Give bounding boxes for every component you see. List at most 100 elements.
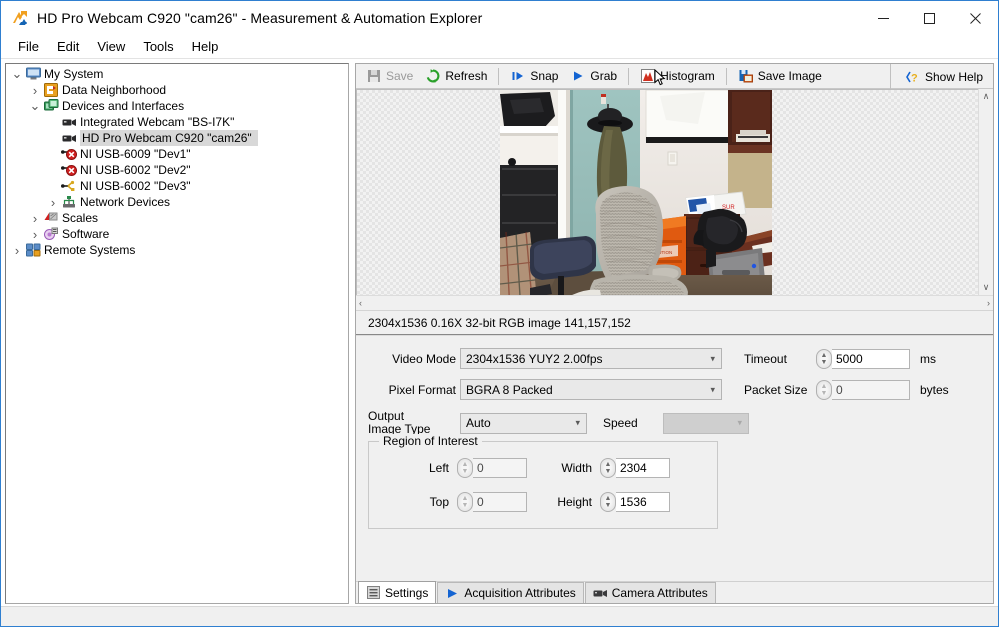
snap-button-label: Snap bbox=[530, 69, 559, 83]
tab-settings-label: Settings bbox=[385, 585, 429, 600]
tab-acquisition-label: Acquisition Attributes bbox=[464, 586, 576, 600]
scroll-down-arrow[interactable]: ∨ bbox=[983, 282, 990, 293]
roi-width-input[interactable]: 2304 bbox=[616, 458, 670, 478]
roi-height-spinner[interactable]: ▲ ▼ bbox=[600, 492, 616, 512]
vertical-scrollbar[interactable]: ∧ ∨ bbox=[978, 89, 993, 295]
tree-item-ni-usb-6002-dev3[interactable]: NI USB-6002 "Dev3" bbox=[6, 178, 348, 194]
tree-item-software[interactable]: › Software bbox=[6, 226, 348, 242]
timeout-input[interactable]: 5000 bbox=[832, 348, 910, 369]
tree-item-label: Scales bbox=[62, 211, 99, 225]
roi-height-label: Height bbox=[557, 495, 592, 509]
packet-size-input[interactable]: 0 bbox=[832, 379, 910, 400]
output-image-type-select[interactable]: Auto ▾ bbox=[460, 412, 587, 434]
settings-panel: Video Mode 2304x1536 YUY2 2.00fps ▾ Time… bbox=[356, 334, 993, 581]
speed-label: Speed bbox=[603, 416, 638, 430]
packet-size-label: Packet Size bbox=[744, 382, 808, 397]
usb-icon bbox=[60, 179, 78, 193]
packet-size-field[interactable]: ▲ ▼ 0 bbox=[816, 379, 910, 400]
camera-toolbar: Save Refresh Snap Grab Histogram Save Im… bbox=[356, 64, 993, 89]
histogram-button[interactable]: Histogram bbox=[634, 66, 721, 87]
chevron-right-icon[interactable]: › bbox=[28, 227, 42, 242]
image-status-bar: 2304x1536 0.16X 32-bit RGB image 141,157… bbox=[356, 310, 993, 334]
tree-item-label: NI USB-6009 "Dev1" bbox=[80, 147, 191, 161]
save-image-button-label: Save Image bbox=[757, 69, 822, 83]
chevron-right-icon[interactable]: › bbox=[28, 211, 42, 226]
roi-left-row: Left ▲ ▼ 0 bbox=[391, 458, 527, 478]
menu-tools[interactable]: Tools bbox=[134, 36, 182, 57]
save-image-button[interactable]: Save Image bbox=[732, 66, 828, 87]
save-image-icon bbox=[738, 68, 754, 84]
menu-edit[interactable]: Edit bbox=[48, 36, 88, 57]
tree-item-label: HD Pro Webcam C920 "cam26" bbox=[80, 130, 258, 146]
tree-item-ni-usb-6009-dev1[interactable]: NI USB-6009 "Dev1" bbox=[6, 146, 348, 162]
acquisition-tab-icon bbox=[445, 587, 460, 600]
chevron-right-icon[interactable]: › bbox=[28, 83, 42, 98]
data-neighborhood-icon bbox=[42, 83, 60, 97]
tree-item-integrated-webcam-bs-i7k[interactable]: Integrated Webcam "BS-I7K" bbox=[6, 114, 348, 130]
timeout-field[interactable]: ▲ ▼ 5000 bbox=[816, 348, 910, 369]
configuration-tree[interactable]: ⌄ My System › Data Neighborhood ⌄ Devices and… bbox=[5, 63, 349, 604]
roi-left-input[interactable]: 0 bbox=[473, 458, 527, 478]
snap-button[interactable]: Snap bbox=[504, 66, 564, 87]
menu-file[interactable]: File bbox=[9, 36, 48, 57]
save-button[interactable]: Save bbox=[360, 66, 419, 87]
roi-top-spinner[interactable]: ▲ ▼ bbox=[457, 492, 473, 512]
tree-item-label: Software bbox=[62, 227, 110, 241]
tree-item-my-system[interactable]: ⌄ My System bbox=[6, 66, 348, 82]
packet-size-spinner[interactable]: ▲ ▼ bbox=[816, 379, 832, 400]
roi-top-input[interactable]: 0 bbox=[473, 492, 527, 512]
tree-item-data-neighborhood[interactable]: › Data Neighborhood bbox=[6, 82, 348, 98]
output-image-type-value: Auto bbox=[466, 416, 491, 430]
roi-top-row: Top ▲ ▼ 0 bbox=[391, 492, 527, 512]
video-mode-label: Video Mode bbox=[392, 351, 456, 366]
network-icon bbox=[60, 195, 78, 209]
toolbar-separator-1 bbox=[498, 67, 500, 85]
refresh-button[interactable]: Refresh bbox=[419, 66, 493, 87]
help-icon: ? bbox=[905, 69, 921, 85]
camera-icon bbox=[60, 116, 78, 129]
scroll-up-arrow[interactable]: ∧ bbox=[983, 91, 990, 102]
menu-help[interactable]: Help bbox=[183, 36, 228, 57]
camera-icon bbox=[60, 132, 78, 145]
roi-height-field[interactable]: ▲ ▼ 1536 bbox=[600, 492, 670, 512]
close-button[interactable] bbox=[952, 1, 998, 35]
tab-camera-attributes[interactable]: Camera Attributes bbox=[584, 582, 716, 603]
tree-item-scales[interactable]: › Scales bbox=[6, 210, 348, 226]
chevron-right-icon[interactable]: › bbox=[46, 195, 60, 210]
video-mode-select[interactable]: 2304x1536 YUY2 2.00fps ▾ bbox=[460, 348, 722, 369]
scroll-left-arrow[interactable]: ‹ bbox=[359, 298, 362, 308]
bottom-tabs: Settings Acquisition Attributes Camera A… bbox=[356, 581, 993, 603]
roi-top-field[interactable]: ▲ ▼ 0 bbox=[457, 492, 527, 512]
tab-acquisition-attributes[interactable]: Acquisition Attributes bbox=[437, 582, 584, 603]
pixel-format-row: Pixel Format BGRA 8 Packed ▾ Packet Size… bbox=[356, 379, 993, 400]
chevron-down-icon[interactable]: ⌄ bbox=[28, 99, 42, 112]
image-canvas[interactable]: SUR CAUTION bbox=[356, 89, 978, 295]
roi-width-spinner[interactable]: ▲ ▼ bbox=[600, 458, 616, 478]
tree-item-devices-and-interfaces[interactable]: ⌄ Devices and Interfaces bbox=[6, 98, 348, 114]
roi-width-field[interactable]: ▲ ▼ 2304 bbox=[600, 458, 670, 478]
pixel-format-select[interactable]: BGRA 8 Packed ▾ bbox=[460, 379, 722, 400]
roi-left-spinner[interactable]: ▲ ▼ bbox=[457, 458, 473, 478]
maximize-button[interactable] bbox=[906, 1, 952, 35]
timeout-spinner[interactable]: ▲ ▼ bbox=[816, 348, 832, 369]
grab-button[interactable]: Grab bbox=[564, 66, 623, 87]
chevron-down-icon[interactable]: ⌄ bbox=[10, 67, 24, 80]
tree-item-remote-systems[interactable]: › Remote Systems bbox=[6, 242, 348, 258]
chevron-right-icon[interactable]: › bbox=[10, 243, 24, 258]
image-viewer: SUR CAUTION ∧ ∨ ‹ › 2304x1536 0.16X 32-b… bbox=[356, 89, 993, 334]
devices-icon bbox=[42, 99, 60, 113]
tab-settings[interactable]: Settings bbox=[358, 581, 437, 603]
tree-item-network-devices[interactable]: › Network Devices bbox=[6, 194, 348, 210]
settings-tab-icon bbox=[366, 586, 381, 599]
save-button-label: Save bbox=[386, 69, 414, 83]
roi-left-field[interactable]: ▲ ▼ 0 bbox=[457, 458, 527, 478]
tree-item-hd-pro-webcam-c920-cam26[interactable]: HD Pro Webcam C920 "cam26" bbox=[6, 130, 348, 146]
title-bar: HD Pro Webcam C920 "cam26" - Measurement… bbox=[1, 1, 998, 35]
scroll-right-arrow[interactable]: › bbox=[987, 298, 990, 308]
minimize-button[interactable] bbox=[860, 1, 906, 35]
roi-height-input[interactable]: 1536 bbox=[616, 492, 670, 512]
menu-view[interactable]: View bbox=[88, 36, 134, 57]
horizontal-scrollbar[interactable]: ‹ › bbox=[356, 295, 993, 310]
tree-item-ni-usb-6002-dev2[interactable]: NI USB-6002 "Dev2" bbox=[6, 162, 348, 178]
show-help-button[interactable]: ? Show Help bbox=[899, 66, 989, 87]
